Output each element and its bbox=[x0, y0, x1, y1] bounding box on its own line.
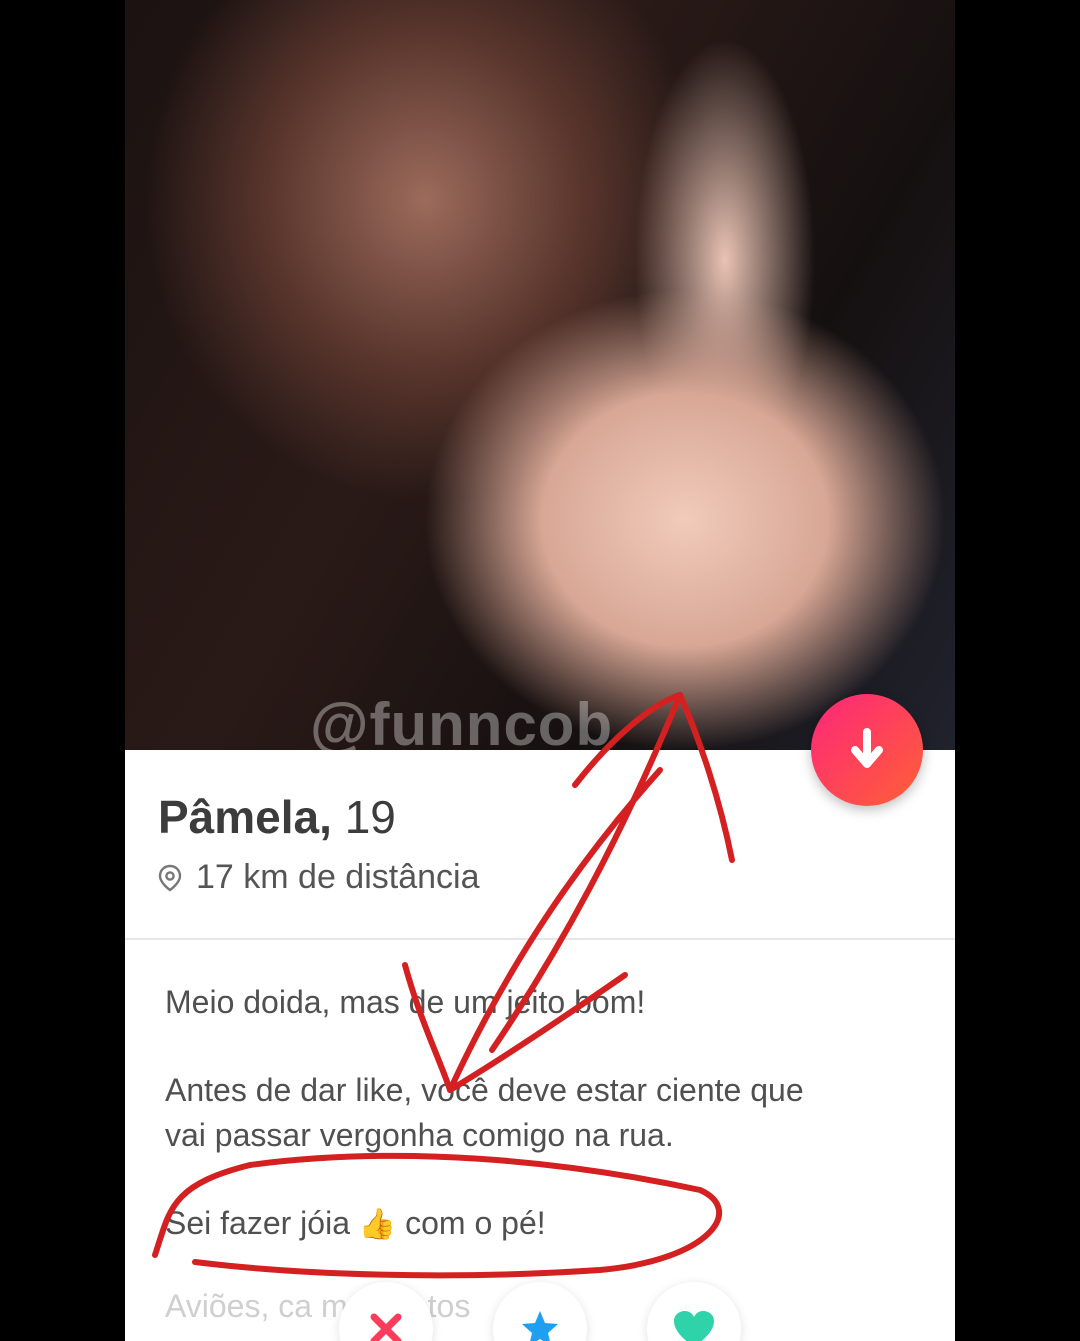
star-icon bbox=[522, 1311, 558, 1341]
heart-icon bbox=[674, 1311, 714, 1341]
watermark: @funncob bbox=[310, 691, 614, 758]
profile-name-row: Pâmela, 19 bbox=[158, 790, 396, 844]
info-button[interactable] bbox=[811, 694, 923, 806]
profile-name: Pâmela, bbox=[158, 791, 332, 843]
superlike-button[interactable] bbox=[493, 1282, 587, 1341]
bio: Meio doida, mas de um jeito bom! Antes d… bbox=[165, 980, 905, 1247]
bio-line: Antes de dar like, você deve estar cient… bbox=[165, 1072, 804, 1108]
profile-age: 19 bbox=[344, 791, 396, 843]
distance-text: 17 km de distância bbox=[196, 858, 480, 896]
like-button[interactable] bbox=[647, 1282, 741, 1341]
bio-line-thumb: Sei fazer jóia 👍 com o pé! bbox=[165, 1201, 905, 1247]
thumbs-up-icon: 👍 bbox=[358, 1208, 397, 1241]
bio-text: Sei fazer jóia bbox=[165, 1205, 350, 1241]
bio-line: vai passar vergonha comigo na rua. bbox=[165, 1117, 674, 1153]
profile-screen: @funncob Pâmela, 19 17 km de distância M… bbox=[125, 0, 955, 1341]
distance-row: 17 km de distância bbox=[158, 858, 480, 897]
x-icon bbox=[370, 1313, 402, 1341]
bio-line: Meio doida, mas de um jeito bom! bbox=[165, 984, 646, 1020]
profile-photo[interactable] bbox=[125, 0, 955, 750]
location-pin-icon bbox=[158, 864, 182, 891]
arrow-down-icon bbox=[851, 728, 883, 768]
bio-text: com o pé! bbox=[405, 1205, 546, 1241]
divider bbox=[125, 938, 955, 940]
